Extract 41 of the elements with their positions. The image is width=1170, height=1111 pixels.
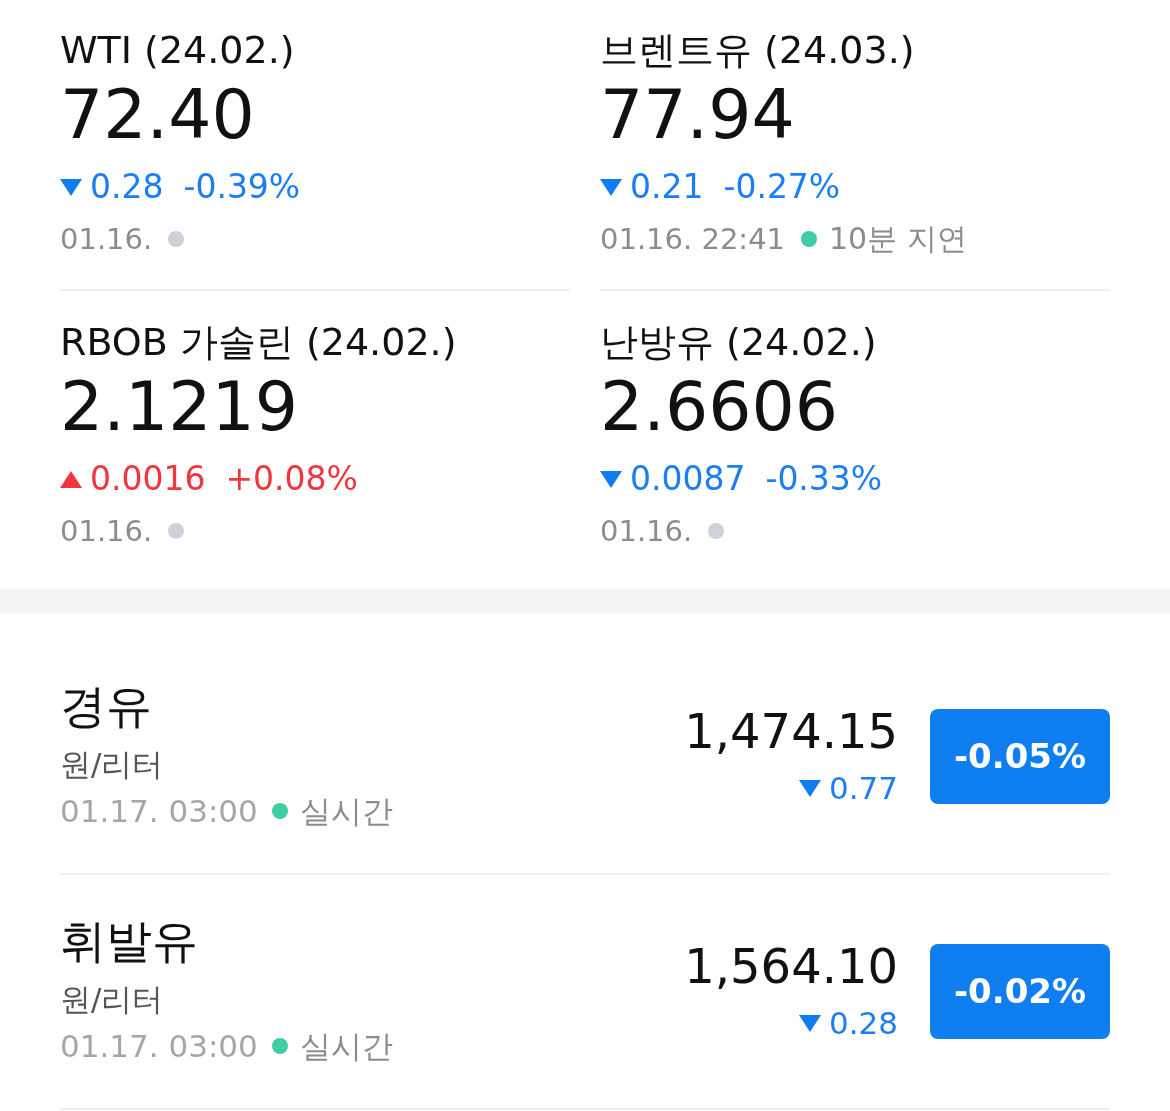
change-percent-badge: -0.05% [930, 709, 1110, 804]
instrument-name: 난방유 (24.02.) [600, 319, 877, 366]
status-label: 10분 지연 [829, 220, 967, 258]
quote-time: 01.17. 03:00 [60, 792, 258, 831]
down-triangle-icon [60, 178, 82, 196]
instrument-name: RBOB 가솔린 (24.02.) [60, 319, 457, 366]
price-value: 72.40 [60, 75, 255, 155]
status-label: 실시간 [299, 792, 393, 831]
price-value: 2.1219 [60, 367, 298, 447]
price-value: 1,564.10 [684, 937, 898, 996]
price-value: 2.6606 [600, 367, 838, 447]
change-percent-badge: -0.02% [930, 944, 1110, 1039]
unit-label: 원/리터 [60, 980, 164, 1019]
change-value: 0.77 [828, 769, 898, 808]
down-triangle-icon [798, 1014, 821, 1032]
quote-time: 01.16. 22:41 [600, 221, 786, 258]
change-percent: -0.39% [183, 166, 301, 208]
instrument-name: 브렌트유 (24.03.) [600, 27, 915, 74]
status-label: 실시간 [299, 1027, 393, 1066]
change-value: 0.28 [90, 166, 164, 208]
quote-time: 01.16. [600, 513, 693, 550]
quote-time: 01.16. [60, 221, 153, 258]
change-value: 0.0087 [630, 458, 746, 500]
instrument-name: WTI (24.02.) [60, 27, 295, 74]
quote-time: 01.16. [60, 513, 153, 550]
change-percent: -0.27% [723, 166, 841, 208]
unit-label: 원/리터 [60, 745, 164, 784]
change-percent: -0.33% [765, 458, 883, 500]
change-percent: +0.08% [225, 458, 358, 500]
price-value: 1,474.15 [684, 702, 898, 761]
up-triangle-icon [60, 470, 82, 488]
fuel-name: 경유 [60, 678, 152, 734]
down-triangle-icon [798, 779, 821, 797]
down-triangle-icon [600, 470, 622, 488]
quote-time: 01.17. 03:00 [60, 1027, 258, 1066]
price-value: 77.94 [600, 75, 795, 155]
down-triangle-icon [600, 178, 622, 196]
change-value: 0.0016 [90, 458, 206, 500]
fuel-name: 휘발유 [60, 913, 198, 969]
change-value: 0.21 [630, 166, 704, 208]
change-value: 0.28 [828, 1004, 898, 1043]
